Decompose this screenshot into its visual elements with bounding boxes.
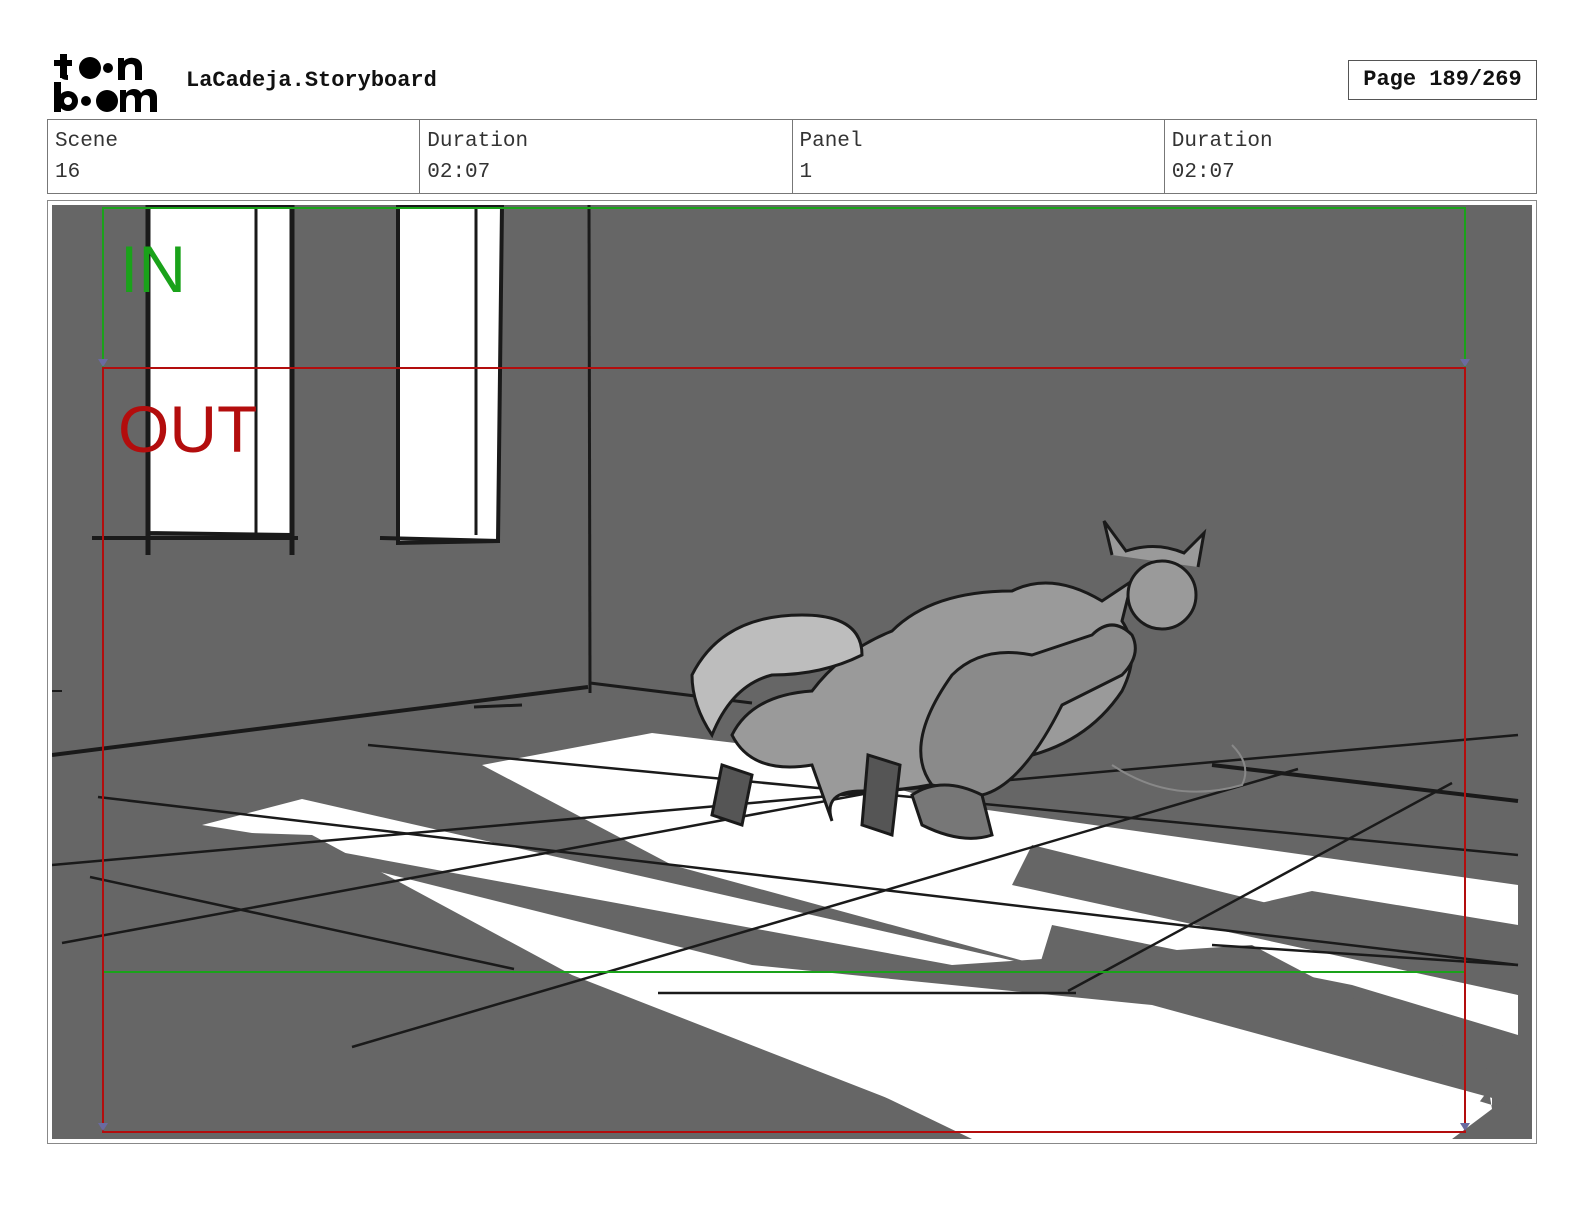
document-title: LaCadeja.Storyboard <box>186 68 437 93</box>
storyboard-panel-drawing <box>52 205 1532 1139</box>
panel-label: Panel <box>799 130 863 153</box>
panel-duration-value: 02:07 <box>1171 161 1235 184</box>
scene-cell: Scene 16 <box>48 120 421 193</box>
panel-cell: Panel 1 <box>793 120 1165 193</box>
toonboom-logo <box>54 54 157 112</box>
scene-duration-value: 02:07 <box>427 161 491 184</box>
scene-value: 16 <box>55 161 81 184</box>
scene-label: Scene <box>55 130 119 153</box>
window-right <box>396 205 505 546</box>
scene-duration-cell: Duration 02:07 <box>420 120 793 193</box>
camera-in-label: IN <box>120 232 186 306</box>
panel-duration-label: Duration <box>1171 130 1273 153</box>
page-indicator: Page 189/269 <box>1348 60 1537 100</box>
camera-out-label: OUT <box>118 392 258 466</box>
panel-value: 1 <box>799 161 813 184</box>
panel-duration-cell: Duration 02:07 <box>1165 120 1536 193</box>
scene-info-bar: Scene 16 Duration 02:07 Panel 1 Duration… <box>47 119 1537 194</box>
scene-duration-label: Duration <box>427 130 529 153</box>
